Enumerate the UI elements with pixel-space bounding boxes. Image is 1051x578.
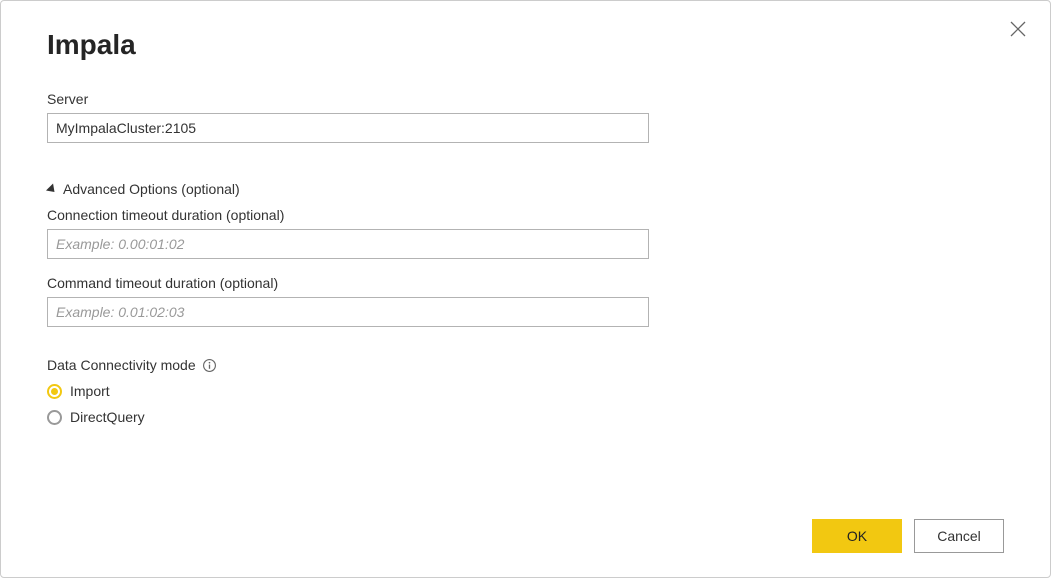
command-timeout-group: Command timeout duration (optional) <box>47 275 649 327</box>
close-button[interactable] <box>1008 19 1028 39</box>
radio-option-directquery[interactable]: DirectQuery <box>47 409 649 425</box>
advanced-options-label: Advanced Options (optional) <box>63 181 240 197</box>
ok-button[interactable]: OK <box>812 519 902 553</box>
expand-icon <box>46 183 58 195</box>
close-icon <box>1008 26 1028 43</box>
connection-timeout-label: Connection timeout duration (optional) <box>47 207 649 223</box>
server-field-group: Server <box>47 91 649 143</box>
server-input[interactable] <box>47 113 649 143</box>
dialog-buttons: OK Cancel <box>812 519 1004 553</box>
radio-option-import[interactable]: Import <box>47 383 649 399</box>
radio-icon <box>47 410 62 425</box>
info-icon[interactable] <box>202 358 217 373</box>
radio-label-import: Import <box>70 383 110 399</box>
impala-connector-dialog: Impala Server Advanced Options (optional… <box>0 0 1051 578</box>
cancel-button[interactable]: Cancel <box>914 519 1004 553</box>
radio-label-directquery: DirectQuery <box>70 409 145 425</box>
connection-timeout-input[interactable] <box>47 229 649 259</box>
command-timeout-input[interactable] <box>47 297 649 327</box>
data-connectivity-label: Data Connectivity mode <box>47 357 196 373</box>
data-connectivity-group: Data Connectivity mode Import <box>47 357 649 425</box>
connection-timeout-group: Connection timeout duration (optional) <box>47 207 649 259</box>
command-timeout-label: Command timeout duration (optional) <box>47 275 649 291</box>
radio-icon <box>47 384 62 399</box>
dialog-title: Impala <box>47 29 1004 61</box>
server-label: Server <box>47 91 649 107</box>
advanced-options-toggle[interactable]: Advanced Options (optional) <box>47 181 649 197</box>
